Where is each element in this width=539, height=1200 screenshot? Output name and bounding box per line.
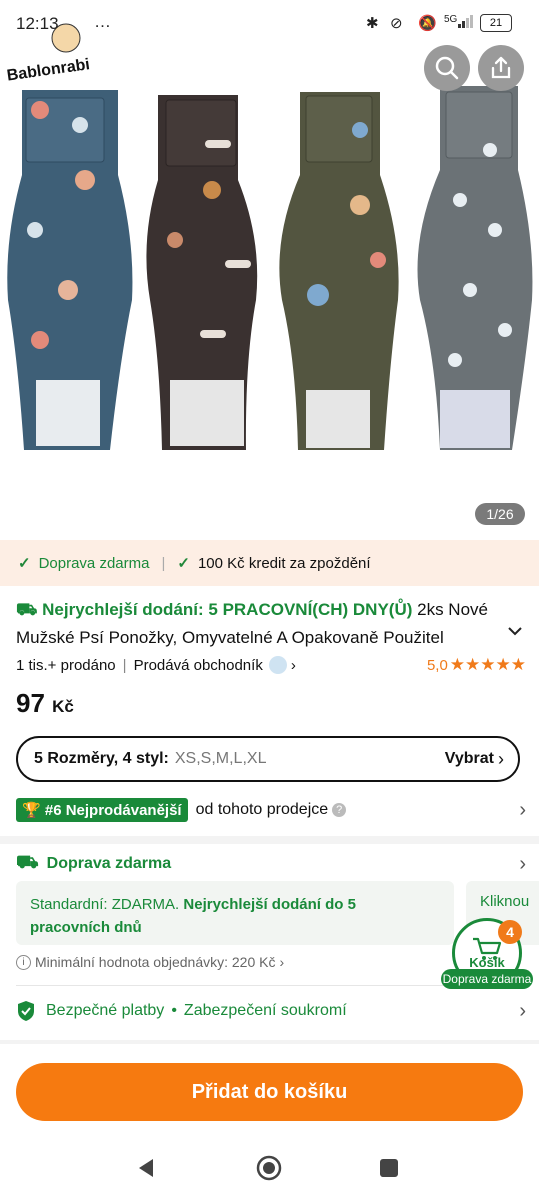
svg-text:Bablonrabi: Bablonrabi (6, 56, 91, 84)
title-line2: Mužské Psí Ponožky, Omyvatelné A Opakova… (16, 628, 444, 647)
chevron-right-icon: › (290, 656, 296, 674)
bestseller-rank: #6 Nejprodávanější (44, 802, 182, 819)
image-counter: 1/26 (475, 503, 525, 525)
price: 97 Kč (16, 688, 74, 719)
search-button[interactable] (424, 45, 470, 91)
bestseller-text: od tohoto prodejce (195, 801, 329, 818)
next-shipping-text: Kliknou (480, 893, 530, 910)
status-time: 12:13 (16, 14, 59, 33)
seller-avatar (268, 656, 287, 674)
shipping-banner[interactable]: ✓ Doprava zdarma | ✓ 100 Kč kredit za zp… (0, 540, 539, 586)
secure-payments: Bezpečné platby (46, 1002, 165, 1019)
section-divider (0, 836, 539, 844)
system-nav-bar (0, 1140, 539, 1200)
shield-icon (18, 1001, 34, 1021)
title-line1: 2ks Nové (417, 600, 488, 619)
notification-icons: … (94, 12, 112, 31)
truck-icon: ⛟ (16, 600, 38, 619)
mute-icon: 🔕 (418, 15, 437, 32)
fast-delivery-label: Nejrychlejší dodání: 5 PRACOVNÍ(CH) DNY(… (42, 600, 413, 619)
seller-label: Prodává obchodník (133, 656, 263, 674)
info-icon: i (16, 954, 31, 970)
separator: | (161, 554, 166, 572)
cart-count-badge: 4 (498, 920, 522, 944)
standard-shipping-label: Standardní: ZDARMA. (30, 896, 180, 913)
bestseller-badge: 🏆 #6 Nejprodávanější (16, 798, 188, 822)
privacy-protection: Zabezpečení soukromí (183, 1002, 347, 1019)
free-shipping-text: Doprava zdarma (38, 554, 150, 572)
signal-icon (458, 15, 474, 28)
security-row[interactable]: Bezpečné platby • Zabezpečení soukromí › (16, 998, 526, 1024)
search-icon (435, 56, 459, 80)
check-icon: ✓ (18, 555, 31, 572)
variant-label: 5 Rozměry, 4 styl: (34, 750, 169, 767)
cart-label: Košík (469, 955, 505, 970)
recents-icon[interactable] (378, 1157, 400, 1179)
chevron-right-icon: › (279, 954, 285, 970)
check-icon: ✓ (177, 555, 190, 572)
link-icon: ⊘ (390, 15, 403, 32)
bestseller-row[interactable]: 🏆 #6 Nejprodávanější od tohoto prodejce … (16, 796, 526, 824)
price-value: 97 (16, 688, 45, 718)
price-currency: Kč (52, 697, 74, 716)
truck-icon: ⛟ (16, 852, 39, 872)
share-icon (491, 56, 511, 79)
rating-value: 5,0 (426, 656, 448, 674)
variant-selector[interactable]: 5 Rozměry, 4 styl: XS,S,M,L,XL Vybrat › (16, 736, 520, 782)
back-icon[interactable] (136, 1157, 156, 1179)
add-to-cart-button[interactable]: Přidat do košíku (16, 1063, 523, 1121)
product-title[interactable]: ⛟ Nejrychlejší dodání: 5 PRACOVNÍ(CH) DN… (16, 596, 506, 652)
chevron-right-icon: › (498, 748, 504, 769)
section-divider (0, 1040, 539, 1044)
min-order-text: Minimální hodnota objednávky: 220 Kč (35, 954, 276, 970)
delivery-header[interactable]: ⛟ Doprava zdarma › (16, 852, 526, 876)
chevron-right-icon: › (519, 852, 526, 875)
separator: | (122, 656, 127, 674)
bluetooth-icon: ✱ (366, 15, 379, 32)
share-button[interactable] (478, 45, 524, 91)
trophy-icon: 🏆 (22, 802, 41, 819)
home-icon[interactable] (255, 1154, 283, 1182)
battery-icon: 21 (480, 14, 512, 32)
chevron-down-icon[interactable] (505, 624, 525, 643)
min-order-row[interactable]: i Minimální hodnota objednávky: 220 Kč › (16, 954, 284, 970)
chevron-right-icon: › (519, 999, 526, 1022)
separator-dot: • (171, 1002, 177, 1019)
rating-stars: ★★★★★ (449, 655, 526, 674)
network-label: 5G (444, 14, 458, 25)
cart-free-shipping-pill: Doprava zdarma (441, 969, 533, 989)
chevron-right-icon: › (519, 798, 526, 821)
delay-credit-text: 100 Kč kredit za zpoždění (197, 554, 371, 572)
standard-shipping-card[interactable]: Standardní: ZDARMA. Nejrychlejší dodání … (16, 881, 454, 945)
status-bar: 12:13 … ✱ ⊘ 🔕 5G 21 (0, 0, 539, 48)
select-variant-button[interactable]: Vybrat (445, 750, 494, 768)
help-icon[interactable]: ? (332, 803, 347, 817)
variant-options: XS,S,M,L,XL (174, 750, 267, 767)
delivery-title: Doprava zdarma (46, 855, 172, 872)
sales-seller-row[interactable]: 1 tis.+ prodáno | Prodává obchodník › 5,… (16, 654, 526, 676)
sold-count: 1 tis.+ prodáno (16, 656, 116, 674)
